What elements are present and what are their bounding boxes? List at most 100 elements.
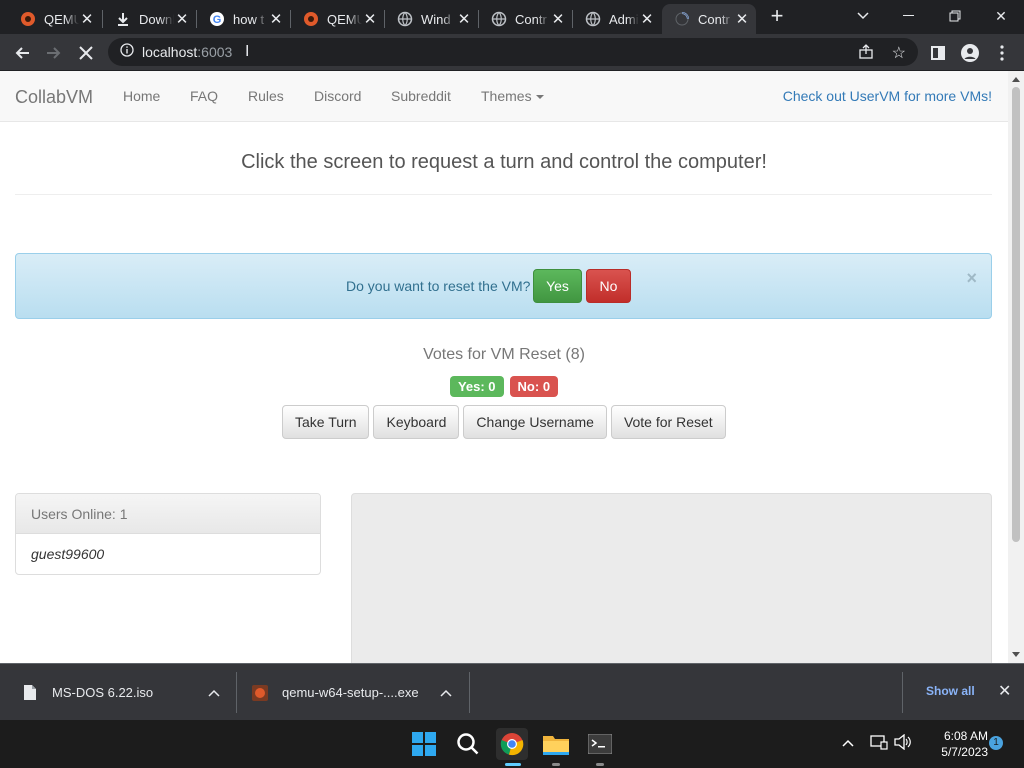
share-icon[interactable] xyxy=(858,44,874,65)
network-icon[interactable] xyxy=(870,734,888,753)
reset-no-button[interactable]: No xyxy=(586,269,631,303)
windows-start-icon[interactable] xyxy=(408,728,440,760)
volume-icon[interactable] xyxy=(894,733,912,753)
page-viewport: CollabVM Home FAQ Rules Discord Subreddi… xyxy=(0,71,1024,663)
close-window-icon[interactable]: ✕ xyxy=(978,0,1024,32)
tab-close-icon[interactable]: ✕ xyxy=(362,11,378,28)
url-host: localhost xyxy=(142,44,198,60)
divider xyxy=(15,194,992,195)
url-port: :6003 xyxy=(197,44,233,60)
menu-kebab-icon[interactable] xyxy=(988,39,1016,67)
take-turn-button[interactable]: Take Turn xyxy=(282,405,370,439)
tab-title: QEMU xyxy=(327,11,362,27)
tab-close-icon[interactable]: ✕ xyxy=(456,11,472,28)
chat-panel xyxy=(351,493,992,663)
users-online-panel: Users Online: 1 guest99600 xyxy=(15,493,321,575)
nav-themes-dropdown[interactable]: Themes xyxy=(481,88,544,104)
stop-loading-icon[interactable] xyxy=(72,39,100,67)
new-tab-icon[interactable]: + xyxy=(766,5,788,28)
restore-icon[interactable] xyxy=(932,0,978,32)
browser-tab[interactable]: Admi ✕ xyxy=(573,4,661,34)
chevron-up-icon[interactable] xyxy=(440,686,452,700)
tab-title: how t xyxy=(233,11,265,27)
user-list-item[interactable]: guest99600 xyxy=(16,534,320,574)
tab-title: Wind xyxy=(421,11,451,27)
nav-rules[interactable]: Rules xyxy=(248,88,284,104)
terminal-icon[interactable] xyxy=(584,728,616,760)
change-username-button[interactable]: Change Username xyxy=(463,405,607,439)
svg-text:G: G xyxy=(213,14,222,26)
nav-discord[interactable]: Discord xyxy=(314,88,361,104)
file-icon xyxy=(22,684,38,702)
globe-icon xyxy=(397,11,413,27)
page-scrollbar[interactable] xyxy=(1008,71,1024,663)
browser-tab[interactable]: Downloads ✕ xyxy=(103,4,196,34)
tab-close-icon[interactable]: ✕ xyxy=(268,11,284,28)
tab-close-icon[interactable]: ✕ xyxy=(639,11,655,28)
nav-home[interactable]: Home xyxy=(123,88,160,104)
search-icon[interactable] xyxy=(452,728,484,760)
scroll-up-icon[interactable] xyxy=(1012,77,1020,82)
navbar: CollabVM Home FAQ Rules Discord Subreddi… xyxy=(0,71,1008,122)
browser-tab[interactable]: Contr ✕ xyxy=(479,4,572,34)
download-divider xyxy=(469,672,470,713)
nav-faq[interactable]: FAQ xyxy=(190,88,218,104)
close-shelf-icon[interactable]: ✕ xyxy=(998,681,1011,701)
show-all-downloads-link[interactable]: Show all xyxy=(926,684,975,698)
bookmark-star-icon[interactable]: ☆ xyxy=(892,43,906,63)
reset-yes-button[interactable]: Yes xyxy=(533,269,582,303)
browser-tab[interactable]: QEMU ✕ xyxy=(8,4,101,34)
download-divider xyxy=(236,672,237,713)
tab-search-icon[interactable] xyxy=(840,0,886,32)
chrome-taskbar-icon[interactable] xyxy=(496,728,528,760)
reset-vote-alert: Do you want to reset the VM? Yes No × xyxy=(15,253,992,319)
globe-icon xyxy=(585,11,601,27)
scroll-down-icon[interactable] xyxy=(1012,652,1020,657)
browser-tab[interactable]: Wind ✕ xyxy=(385,4,478,34)
download-item[interactable]: MS-DOS 6.22.iso xyxy=(22,664,236,721)
browser-tab-active[interactable]: Contr ✕ xyxy=(662,4,756,34)
chevron-up-icon[interactable] xyxy=(208,686,220,700)
text-cursor-icon: I xyxy=(245,43,250,60)
running-app-indicator xyxy=(552,763,560,766)
forward-icon[interactable] xyxy=(40,39,68,67)
notification-count-badge[interactable]: 1 xyxy=(989,736,1003,750)
caret-down-icon xyxy=(535,95,544,100)
qemu-icon xyxy=(303,11,319,27)
alert-close-icon[interactable]: × xyxy=(966,268,977,289)
profile-avatar-icon[interactable] xyxy=(956,39,984,67)
browser-tab[interactable]: G how t ✕ xyxy=(197,4,290,34)
file-explorer-icon[interactable] xyxy=(540,728,572,760)
system-clock[interactable]: 6:08 AM 5/7/2023 xyxy=(918,728,988,760)
side-panel-icon[interactable] xyxy=(924,39,952,67)
nav-subreddit[interactable]: Subreddit xyxy=(391,88,451,104)
tab-close-icon[interactable]: ✕ xyxy=(550,11,566,28)
reset-question: Do you want to reset the VM? xyxy=(346,278,531,294)
no-votes-badge: No: 0 xyxy=(509,376,559,397)
tab-close-icon[interactable]: ✕ xyxy=(79,11,95,28)
keyboard-button[interactable]: Keyboard xyxy=(373,405,460,439)
votes-title: Votes for VM Reset (8) xyxy=(423,346,585,363)
page-headline: Click the screen to request a turn and c… xyxy=(241,151,767,173)
site-info-icon[interactable] xyxy=(120,42,134,62)
brand-link[interactable]: CollabVM xyxy=(15,87,93,108)
vote-badges: Yes: 0 No: 0 xyxy=(0,376,1008,397)
minimize-icon[interactable] xyxy=(886,0,932,32)
yes-votes-badge: Yes: 0 xyxy=(449,376,504,397)
tray-overflow-chevron-icon[interactable] xyxy=(842,734,854,750)
vote-for-reset-button[interactable]: Vote for Reset xyxy=(610,405,726,439)
vm-action-buttons: Take Turn Keyboard Change Username Vote … xyxy=(282,405,726,439)
scrollbar-thumb[interactable] xyxy=(1012,87,1020,542)
address-bar[interactable]: localhost:6003 I ☆ xyxy=(108,38,918,66)
running-app-indicator xyxy=(596,763,604,766)
browser-tab-strip: QEMU ✕ Downloads ✕ G how t ✕ QEMU ✕ Wind… xyxy=(0,0,1024,34)
tab-close-icon[interactable]: ✕ xyxy=(734,11,750,28)
tab-close-icon[interactable]: ✕ xyxy=(174,11,190,28)
back-icon[interactable] xyxy=(8,39,36,67)
uservm-link[interactable]: Check out UserVM for more VMs! xyxy=(783,88,992,104)
tab-title: Downloads xyxy=(139,11,174,27)
users-online-heading: Users Online: 1 xyxy=(16,494,320,534)
download-item[interactable]: qemu-w64-setup-....exe xyxy=(252,664,468,721)
browser-tab[interactable]: QEMU ✕ xyxy=(291,4,384,34)
nav-themes-label: Themes xyxy=(481,88,532,104)
